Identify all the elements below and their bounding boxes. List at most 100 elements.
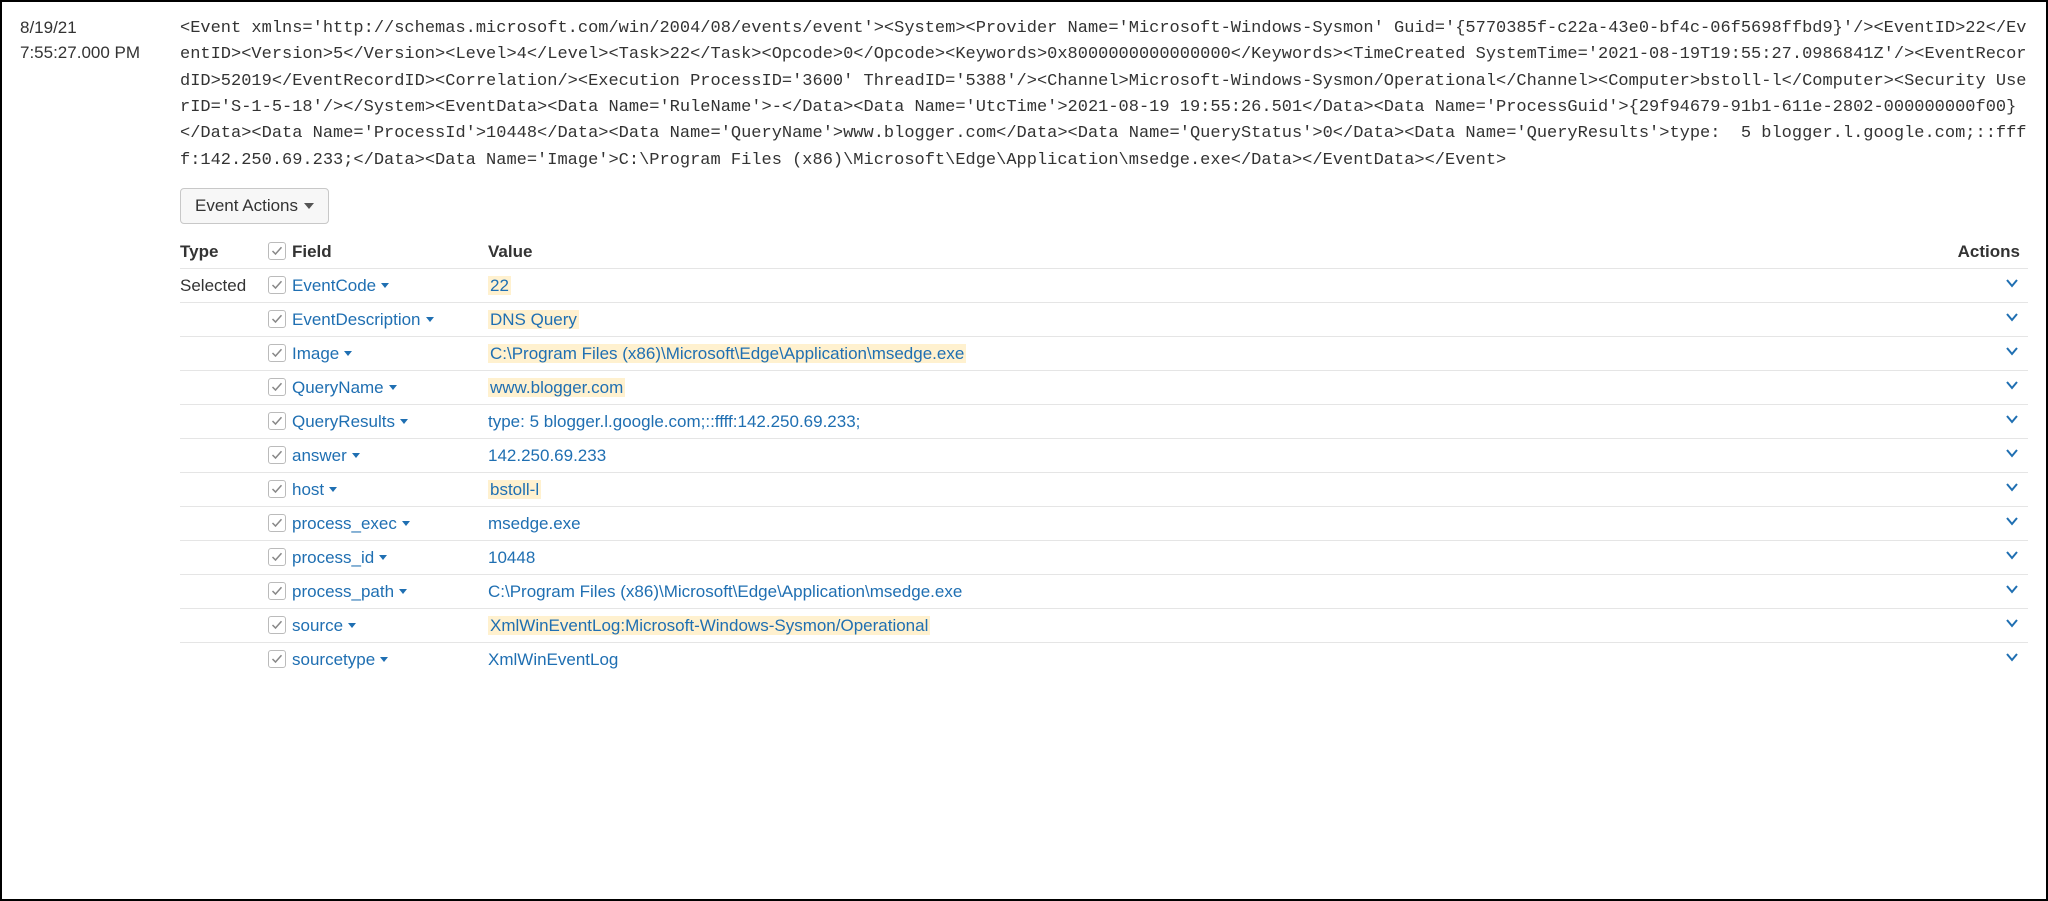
field-name-link[interactable]: host: [292, 480, 337, 500]
actions-cell: [1956, 479, 2028, 500]
field-checkbox[interactable]: [268, 514, 286, 532]
raw-event-xml[interactable]: <Event xmlns='http://schemas.microsoft.c…: [180, 12, 2028, 174]
actions-dropdown[interactable]: [2004, 309, 2020, 330]
chevron-down-icon: [2004, 377, 2020, 393]
field-name-link[interactable]: process_id: [292, 548, 387, 568]
actions-cell: [1956, 377, 2028, 398]
actions-cell: [1956, 581, 2028, 602]
table-row: sourcetype XmlWinEventLog: [180, 642, 2028, 676]
field-value-link[interactable]: 22: [488, 276, 511, 295]
check-icon: [271, 619, 283, 631]
field-value-cell: 22: [488, 276, 1956, 296]
actions-dropdown[interactable]: [2004, 615, 2020, 636]
field-checkbox[interactable]: [268, 582, 286, 600]
field-value-link[interactable]: XmlWinEventLog: [488, 650, 618, 669]
field-name-cell: EventDescription: [292, 310, 488, 330]
field-checkbox[interactable]: [268, 446, 286, 464]
field-checkbox[interactable]: [268, 480, 286, 498]
field-value-link[interactable]: C:\Program Files (x86)\Microsoft\Edge\Ap…: [488, 582, 962, 601]
event-time: 7:55:27.000 PM: [20, 41, 180, 66]
field-value-cell: 10448: [488, 548, 1956, 568]
actions-cell: [1956, 615, 2028, 636]
fields-header-row: Type Field Value Actions: [180, 236, 2028, 268]
field-name-cell: process_path: [292, 582, 488, 602]
field-value-link[interactable]: XmlWinEventLog:Microsoft-Windows-Sysmon/…: [488, 616, 930, 635]
table-row: process_id 10448: [180, 540, 2028, 574]
field-checkbox[interactable]: [268, 412, 286, 430]
caret-down-icon: [380, 657, 388, 662]
caret-down-icon: [402, 521, 410, 526]
field-name-link[interactable]: process_exec: [292, 514, 410, 534]
check-icon: [271, 449, 283, 461]
field-checkbox[interactable]: [268, 310, 286, 328]
caret-down-icon: [344, 351, 352, 356]
caret-down-icon: [426, 317, 434, 322]
field-checkbox[interactable]: [268, 378, 286, 396]
chevron-down-icon: [2004, 343, 2020, 359]
actions-dropdown[interactable]: [2004, 513, 2020, 534]
caret-down-icon: [400, 419, 408, 424]
field-name-link[interactable]: source: [292, 616, 356, 636]
field-name-cell: Image: [292, 344, 488, 364]
event-timestamp[interactable]: 8/19/21 7:55:27.000 PM: [20, 12, 180, 65]
check-icon: [271, 381, 283, 393]
actions-dropdown[interactable]: [2004, 411, 2020, 432]
field-name-link[interactable]: answer: [292, 446, 360, 466]
table-row: answer 142.250.69.233: [180, 438, 2028, 472]
field-value-link[interactable]: bstoll-l: [488, 480, 541, 499]
field-checkbox[interactable]: [268, 616, 286, 634]
field-checkbox[interactable]: [268, 276, 286, 294]
chevron-down-icon: [2004, 275, 2020, 291]
field-name-link[interactable]: QueryResults: [292, 412, 408, 432]
table-row: process_path C:\Program Files (x86)\Micro…: [180, 574, 2028, 608]
field-value-link[interactable]: 142.250.69.233: [488, 446, 606, 465]
table-row: QueryResults type: 5 blogger.l.google.com…: [180, 404, 2028, 438]
field-value-link[interactable]: DNS Query: [488, 310, 579, 329]
actions-dropdown[interactable]: [2004, 377, 2020, 398]
field-value-link[interactable]: www.blogger.com: [488, 378, 625, 397]
field-checkbox[interactable]: [268, 344, 286, 362]
table-row: Image C:\Program Files (x86)\Microsoft\Ed…: [180, 336, 2028, 370]
field-name-cell: process_id: [292, 548, 488, 568]
check-icon: [271, 245, 283, 257]
actions-dropdown[interactable]: [2004, 581, 2020, 602]
actions-cell: [1956, 513, 2028, 534]
actions-dropdown[interactable]: [2004, 275, 2020, 296]
field-name-text: source: [292, 616, 343, 636]
header-checkbox-col: [262, 242, 292, 262]
field-name-link[interactable]: sourcetype: [292, 650, 388, 670]
chevron-down-icon: [2004, 445, 2020, 461]
caret-down-icon: [399, 589, 407, 594]
field-value-link[interactable]: type: 5 blogger.l.google.com;::ffff:142.…: [488, 412, 860, 431]
event-actions-button[interactable]: Event Actions: [180, 188, 329, 224]
field-name-text: host: [292, 480, 324, 500]
field-value-link[interactable]: C:\Program Files (x86)\Microsoft\Edge\Ap…: [488, 344, 966, 363]
field-value-link[interactable]: 10448: [488, 548, 535, 567]
chevron-down-icon: [2004, 411, 2020, 427]
field-value-cell: XmlWinEventLog: [488, 650, 1956, 670]
check-icon: [271, 347, 283, 359]
actions-dropdown[interactable]: [2004, 547, 2020, 568]
chevron-down-icon: [2004, 547, 2020, 563]
field-checkbox[interactable]: [268, 548, 286, 566]
field-name-link[interactable]: Image: [292, 344, 352, 364]
field-value-link[interactable]: msedge.exe: [488, 514, 581, 533]
field-checkbox[interactable]: [268, 650, 286, 668]
chevron-down-icon: [2004, 479, 2020, 495]
field-name-text: QueryResults: [292, 412, 395, 432]
checkbox-cell: [262, 446, 292, 466]
caret-down-icon: [389, 385, 397, 390]
field-name-link[interactable]: process_path: [292, 582, 407, 602]
actions-dropdown[interactable]: [2004, 343, 2020, 364]
actions-dropdown[interactable]: [2004, 479, 2020, 500]
header-checkbox[interactable]: [268, 242, 286, 260]
actions-dropdown[interactable]: [2004, 445, 2020, 466]
caret-down-icon: [304, 203, 314, 209]
field-name-link[interactable]: EventCode: [292, 276, 389, 296]
field-name-link[interactable]: QueryName: [292, 378, 397, 398]
actions-dropdown[interactable]: [2004, 649, 2020, 670]
table-row: process_exec msedge.exe: [180, 506, 2028, 540]
check-icon: [271, 653, 283, 665]
field-name-link[interactable]: EventDescription: [292, 310, 434, 330]
table-row: host bstoll-l: [180, 472, 2028, 506]
